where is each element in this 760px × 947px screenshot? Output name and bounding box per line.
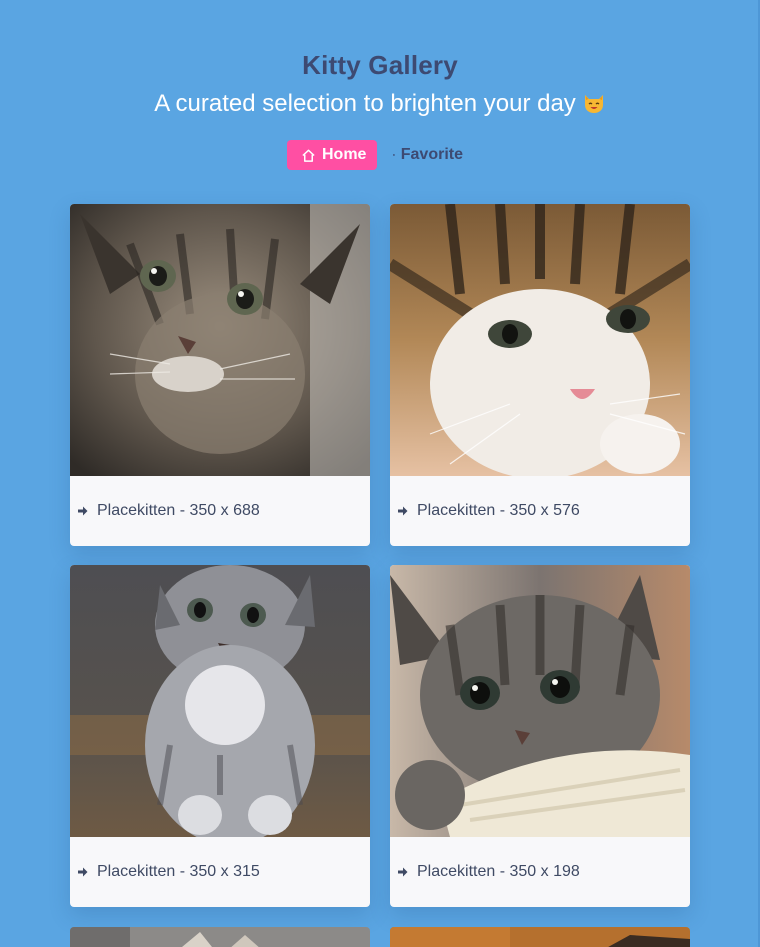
arrow-right-icon (398, 506, 408, 516)
kitten-photo[interactable] (390, 927, 690, 947)
card-caption-text: Placekitten - 350 x 198 (417, 863, 580, 880)
kitten-photo[interactable] (70, 204, 370, 476)
gallery-card[interactable]: Placekitten - 350 x 315 (70, 565, 370, 907)
nav-favorite-label: Favorite (400, 146, 463, 163)
gallery-card-partial[interactable] (390, 927, 690, 947)
arrow-right-icon (78, 506, 88, 516)
home-icon (302, 149, 315, 162)
nav-favorite-button[interactable]: Favorite (391, 140, 473, 170)
kitten-photo[interactable] (390, 204, 690, 476)
gallery-card[interactable]: Placekitten - 350 x 576 (390, 204, 690, 546)
arrow-right-icon (398, 867, 408, 877)
smiling-cat-face-icon (584, 95, 603, 113)
nav-home-button[interactable]: Home (287, 140, 377, 170)
subtitle-text: A curated selection to brighten your day (154, 90, 576, 117)
kitten-photo[interactable] (70, 565, 370, 837)
gallery-card[interactable]: Placekitten - 350 x 198 (390, 565, 690, 907)
kitten-photo[interactable] (390, 565, 690, 837)
bookmark-icon (393, 153, 395, 157)
nav-home-label: Home (322, 146, 367, 163)
card-caption-text: Placekitten - 350 x 315 (97, 863, 260, 880)
card-caption: Placekitten - 350 x 688 (70, 476, 370, 546)
card-caption: Placekitten - 350 x 315 (70, 837, 370, 907)
page-title: Kitty Gallery (302, 50, 458, 80)
card-caption-text: Placekitten - 350 x 576 (417, 502, 580, 519)
gallery-card[interactable]: Placekitten - 350 x 688 (70, 204, 370, 546)
card-caption: Placekitten - 350 x 198 (390, 837, 690, 907)
gallery-card-partial[interactable] (70, 927, 370, 947)
main-nav: Home Favorite (0, 140, 760, 170)
page-subtitle: A curated selection to brighten your day (0, 90, 760, 118)
kitten-photo[interactable] (70, 927, 370, 947)
arrow-right-icon (78, 867, 88, 877)
card-caption-text: Placekitten - 350 x 688 (97, 502, 260, 519)
card-caption: Placekitten - 350 x 576 (390, 476, 690, 546)
